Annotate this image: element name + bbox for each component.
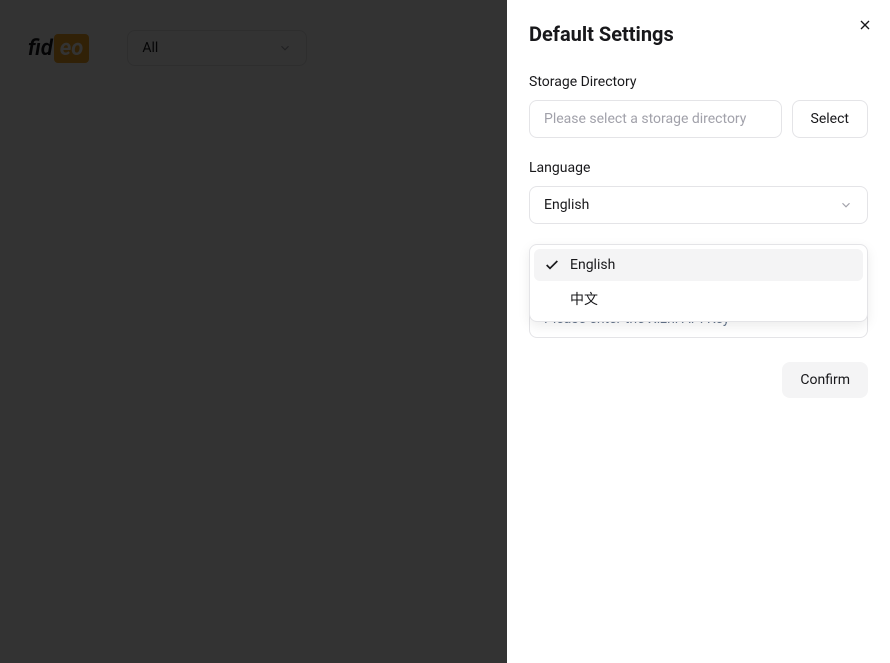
panel-content: Default Settings Storage Directory Selec… [507, 0, 890, 420]
close-icon [857, 17, 873, 33]
storage-label: Storage Directory [529, 74, 868, 90]
language-option-label: 中文 [570, 289, 598, 309]
language-select[interactable]: English [529, 186, 868, 224]
storage-field-group: Storage Directory Select [529, 74, 868, 138]
language-option-label: English [570, 257, 615, 273]
close-button[interactable] [855, 15, 875, 35]
confirm-button[interactable]: Confirm [782, 362, 868, 398]
storage-row: Select [529, 100, 868, 138]
confirm-row: Confirm [529, 362, 868, 398]
select-directory-button[interactable]: Select [792, 100, 868, 138]
chevron-down-icon [839, 198, 853, 212]
settings-panel: Default Settings Storage Directory Selec… [507, 0, 890, 663]
storage-directory-input[interactable] [529, 100, 782, 138]
modal-overlay[interactable] [0, 0, 507, 663]
check-icon [544, 257, 560, 273]
language-field-group: Language English [529, 160, 868, 224]
language-select-value: English [544, 197, 589, 213]
panel-title: Default Settings [529, 22, 868, 46]
language-label: Language [529, 160, 868, 176]
language-dropdown: English 中文 [529, 244, 868, 322]
language-option-chinese[interactable]: 中文 [534, 281, 863, 317]
language-option-english[interactable]: English [534, 249, 863, 281]
